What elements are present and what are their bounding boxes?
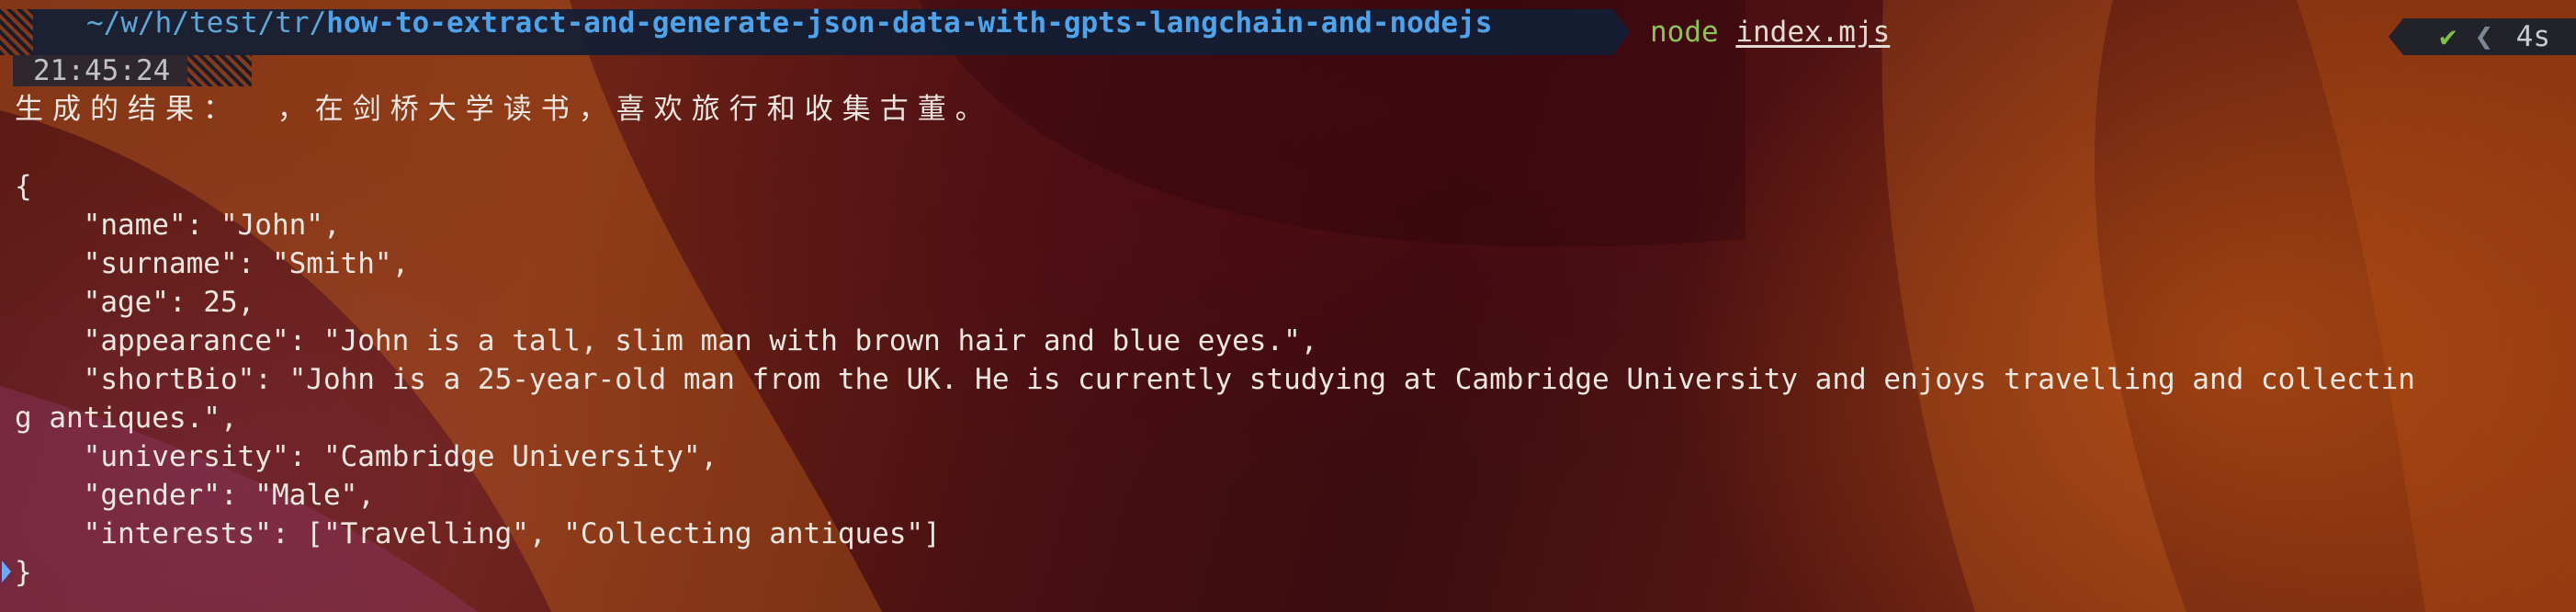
json-line: "interests": ["Travelling", "Collecting … [15, 517, 941, 550]
json-line: "appearance": "John is a tall, slim man … [15, 324, 1318, 357]
prompt-marker-icon [2, 561, 11, 583]
json-line-wrapped: g antiques.", [15, 402, 238, 435]
command-name: node [1650, 16, 1719, 49]
json-line: { [15, 170, 32, 203]
command-argument[interactable]: index.mjs [1735, 16, 1890, 49]
json-line: "surname": "Smith", [15, 247, 410, 280]
path-current-folder: how-to-extract-and-generate-json-data-wi… [326, 6, 1493, 40]
path-prefix: ~/w/h/test/tr/ [86, 6, 327, 40]
command-output: 生成的结果： ，在剑桥大学读书，喜欢旅行和收集古董。 { "name": "Jo… [15, 90, 2576, 592]
output-blank-line [15, 129, 2576, 167]
working-directory: ~/w/h/test/tr/how-to-extract-and-generat… [86, 7, 1492, 39]
output-heading: 生成的结果： ，在剑桥大学读书，喜欢旅行和收集古董。 [15, 93, 993, 126]
prompt-hatch-left [0, 9, 33, 55]
terminal-window[interactable]: ~/w/h/test/tr/how-to-extract-and-generat… [0, 0, 2576, 612]
json-line: "age": 25, [15, 286, 255, 319]
chevron-left-icon: ❮ [2474, 18, 2493, 55]
json-line: "name": "John", [15, 209, 341, 242]
json-line: "university": "Cambridge University", [15, 440, 718, 473]
command-duration: 4s [2515, 20, 2550, 53]
prompt-time: 21:45:24 [33, 54, 171, 87]
check-icon: ✔ [2439, 20, 2457, 53]
command-line[interactable]: node index.mjs [1650, 17, 1890, 48]
time-hatch [187, 55, 252, 86]
json-line: } [15, 556, 32, 589]
directory-segment-arrow [1613, 9, 1630, 55]
json-line: "gender": "Male", [15, 479, 375, 512]
status-segment-arrow [2389, 18, 2403, 55]
json-line: "shortBio": "John is a 25-year-old man f… [15, 363, 2415, 396]
